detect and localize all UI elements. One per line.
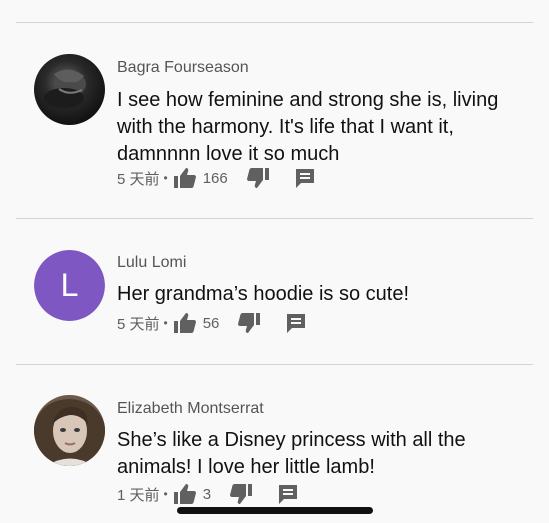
reply-comment-icon[interactable] (285, 312, 307, 334)
comment-timestamp: 5 天前 (117, 315, 160, 333)
thumb-down-icon[interactable] (246, 167, 270, 189)
home-indicator[interactable] (177, 507, 373, 514)
reply-comment-icon[interactable] (277, 483, 299, 505)
meta-separator: • (163, 171, 168, 185)
thumb-down-icon[interactable] (229, 483, 253, 505)
comment-text: I see how feminine and strong she is, li… (117, 89, 499, 165)
comment-author[interactable]: Bagra Fourseason (117, 59, 249, 77)
comment-actions: 5 天前 • 166 (117, 166, 316, 190)
meta-separator: • (163, 487, 168, 501)
like-count: 166 (202, 169, 228, 187)
thumb-up-icon[interactable] (173, 312, 197, 334)
thumb-down-icon[interactable] (237, 312, 261, 334)
thumb-up-icon[interactable] (173, 483, 197, 505)
comment-actions: 5 天前 • 56 (117, 311, 307, 335)
comment-text: Her grandma’s hoodie is so cute! (117, 283, 410, 305)
thumb-up-icon[interactable] (173, 167, 197, 189)
divider (16, 22, 533, 23)
like-count: 56 (202, 314, 220, 332)
comment-timestamp: 5 天前 (117, 170, 160, 188)
avatar[interactable]: L (34, 250, 105, 321)
comment-author[interactable]: Lulu Lomi (117, 254, 186, 272)
like-count: 3 (202, 485, 212, 503)
meta-separator: • (163, 316, 168, 330)
comment-author[interactable]: Elizabeth Montserrat (117, 400, 264, 418)
divider (16, 218, 533, 219)
comment-timestamp: 1 天前 (117, 486, 160, 504)
divider (16, 364, 533, 365)
avatar-letter: L (61, 267, 79, 303)
comment-text: She’s like a Disney princess with all th… (117, 429, 466, 478)
avatar[interactable] (34, 54, 105, 125)
avatar[interactable] (34, 395, 105, 466)
reply-comment-icon[interactable] (294, 167, 316, 189)
comments-screen: Bagra Fourseason I see how feminine and … (0, 0, 549, 523)
comment-actions: 1 天前 • 3 (117, 482, 299, 506)
